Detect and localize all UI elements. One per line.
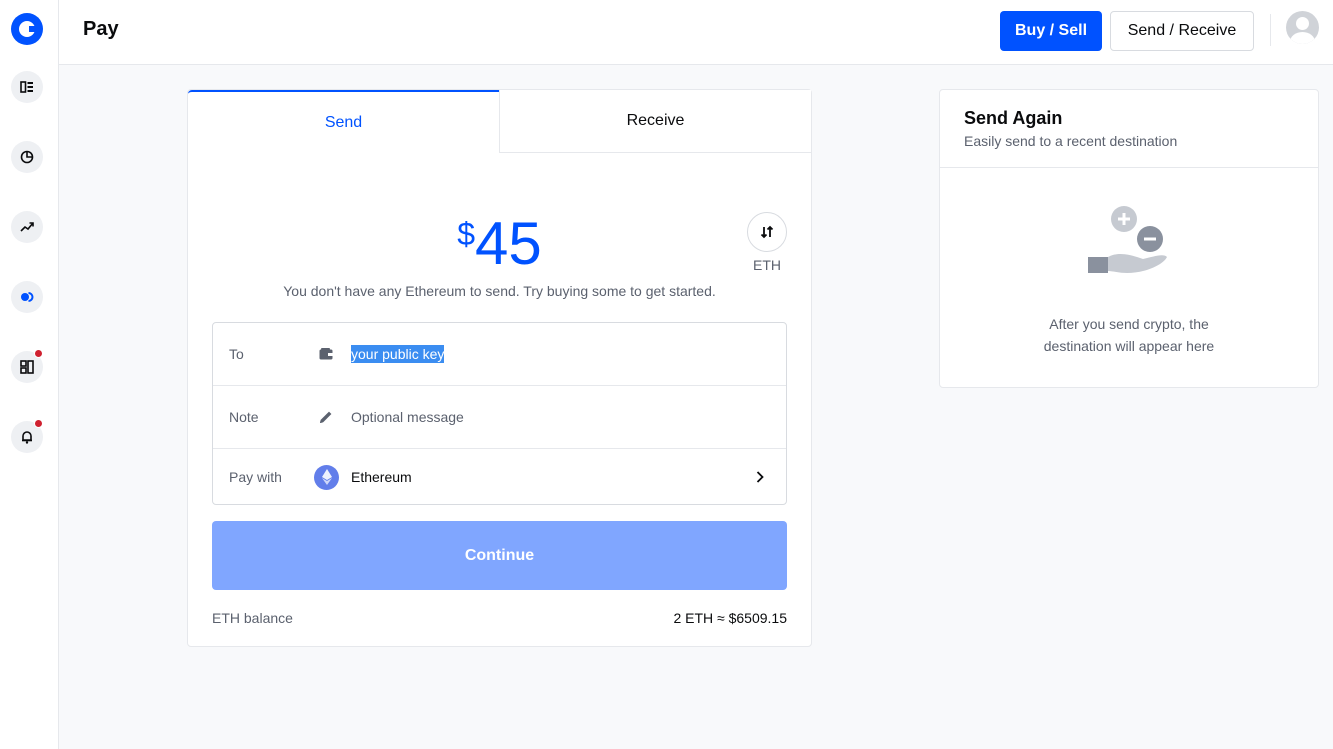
sidebar-item-home[interactable] (11, 71, 43, 103)
to-row[interactable]: To your public key (213, 323, 786, 385)
pay-with-value: Ethereum (351, 469, 412, 485)
grid-icon (20, 360, 34, 374)
empty-line-1: After you send crypto, the (1049, 316, 1209, 332)
recipient-input[interactable]: your public key (351, 345, 445, 363)
wallet-icon (317, 345, 335, 363)
pay-with-label: Pay with (229, 469, 282, 485)
notification-dot (34, 419, 43, 428)
swap-currency-label: ETH (753, 257, 781, 273)
sidebar (0, 0, 59, 749)
send-again-subtitle: Easily send to a recent destination (964, 133, 1178, 149)
send-form: To your public key Note Pay with Ethereu… (212, 322, 787, 505)
sidebar-item-pay[interactable] (11, 281, 43, 313)
sidebar-item-portfolio[interactable] (11, 141, 43, 173)
send-card: Send Receive $45 ETH You don't have any … (187, 89, 812, 647)
note-row[interactable]: Note (213, 385, 786, 448)
buy-sell-button[interactable]: Buy / Sell (1000, 11, 1102, 51)
send-again-card: Send Again Easily send to a recent desti… (939, 89, 1319, 388)
tab-receive[interactable]: Receive (499, 90, 811, 153)
send-again-header: Send Again Easily send to a recent desti… (940, 90, 1318, 168)
sidebar-item-trade[interactable] (11, 211, 43, 243)
continue-button[interactable]: Continue (212, 521, 787, 590)
avatar[interactable] (1286, 11, 1319, 44)
tab-send[interactable]: Send (188, 90, 499, 153)
dashboard-icon (20, 81, 33, 93)
amount-display[interactable]: $45 (188, 212, 811, 276)
notification-dot (34, 349, 43, 358)
to-label: To (229, 346, 244, 362)
no-funds-message: You don't have any Ethereum to send. Try… (283, 283, 716, 299)
divider (1270, 14, 1271, 46)
empty-line-2: destination will appear here (1043, 338, 1215, 354)
send-receive-button[interactable]: Send / Receive (1110, 11, 1254, 51)
ethereum-icon (314, 464, 339, 490)
coinbase-logo[interactable] (11, 13, 43, 45)
pie-chart-icon (20, 150, 34, 164)
send-again-title: Send Again (964, 108, 1063, 128)
chevron-right-icon (756, 471, 764, 483)
page-title: Pay (83, 18, 119, 40)
hand-coins-icon (1088, 206, 1167, 273)
amount-value: 45 (475, 210, 542, 277)
pencil-icon (317, 408, 335, 426)
note-label: Note (229, 409, 259, 425)
swap-arrows-icon (760, 225, 774, 239)
currency-symbol: $ (457, 216, 476, 252)
top-bar: Pay Buy / Sell Send / Receive (59, 0, 1333, 65)
bell-icon (22, 431, 32, 444)
pay-icon (21, 292, 34, 302)
pay-with-row[interactable]: Pay with Ethereum (213, 448, 786, 505)
sidebar-item-notifications[interactable] (11, 419, 43, 453)
sidebar-item-apps[interactable] (11, 349, 43, 383)
balance-value: 2 ETH ≈ $6509.15 (673, 610, 787, 626)
balance-label: ETH balance (212, 610, 293, 626)
trending-up-icon (20, 222, 34, 232)
send-again-empty-message: After you send crypto, the destination w… (1000, 313, 1258, 357)
swap-currency-button[interactable] (747, 212, 787, 252)
note-input[interactable] (351, 405, 771, 429)
